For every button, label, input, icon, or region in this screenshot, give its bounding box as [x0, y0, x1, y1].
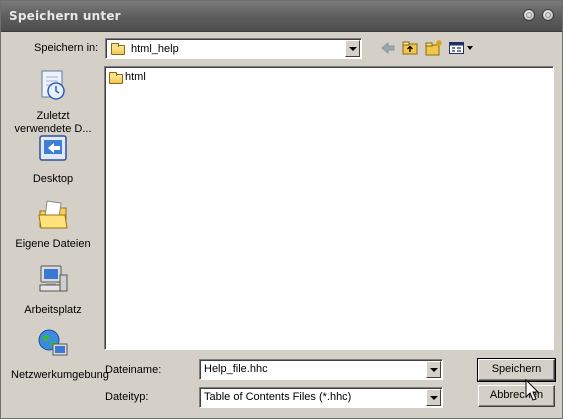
filetype-value: Table of Contents Files (*.hhc) [204, 391, 352, 403]
filetype-dropdown[interactable]: Table of Contents Files (*.hhc) [199, 387, 443, 408]
view-menu-icon[interactable] [448, 39, 476, 57]
file-list[interactable]: html [104, 66, 554, 350]
chevron-down-icon[interactable] [426, 389, 441, 406]
save-in-dropdown[interactable]: html_help [105, 38, 362, 59]
sidebar-item-recent[interactable]: Zuletzt verwendete D... [11, 69, 95, 136]
sidebar-item-label: Zuletzt verwendete D... [14, 110, 92, 135]
chevron-down-icon[interactable] [426, 361, 441, 378]
save-as-dialog: Speichern unter Speichern in: html_help [0, 0, 563, 419]
folder-icon [111, 43, 125, 55]
save-in-label: Speichern in: [34, 42, 99, 54]
sidebar-item-label: Netzwerkumgebung [11, 369, 109, 381]
desktop-icon [39, 135, 67, 161]
back-arrow-icon[interactable] [379, 39, 397, 57]
filename-label: Dateiname: [105, 364, 162, 376]
mouse-cursor-icon [525, 379, 540, 401]
sidebar-item-my-computer[interactable]: Arbeitsplatz [11, 263, 95, 317]
folder-up-icon[interactable] [401, 39, 419, 57]
filename-value: Help_file.hhc [204, 363, 268, 375]
my-documents-icon [38, 200, 68, 229]
sidebar-item-label: Eigene Dateien [15, 238, 91, 250]
sidebar-item-network[interactable]: Netzwerkumgebung [11, 328, 109, 382]
minimize-button[interactable] [523, 9, 535, 21]
sidebar-item-label: Desktop [32, 173, 74, 185]
filetype-label: Dateityp: [105, 391, 149, 403]
chevron-down-icon[interactable] [345, 40, 360, 57]
my-computer-icon [39, 265, 68, 292]
folder-icon [109, 72, 123, 84]
filename-input[interactable]: Help_file.hhc [199, 359, 443, 380]
recent-documents-icon [41, 70, 65, 100]
sidebar-item-desktop[interactable]: Desktop [11, 134, 95, 186]
file-name: html [125, 71, 146, 83]
new-folder-icon[interactable] [424, 39, 444, 57]
close-button[interactable] [542, 9, 554, 21]
save-button[interactable]: Speichern [477, 358, 556, 382]
network-icon [38, 329, 68, 356]
sidebar-item-my-documents[interactable]: Eigene Dateien [11, 199, 95, 251]
sidebar-item-label: Arbeitsplatz [24, 304, 82, 316]
cancel-button[interactable]: Abbrechen [478, 385, 555, 407]
title-bar[interactable]: Speichern unter [1, 1, 562, 32]
window-title: Speichern unter [9, 9, 121, 23]
current-folder-value: html_help [131, 43, 179, 55]
